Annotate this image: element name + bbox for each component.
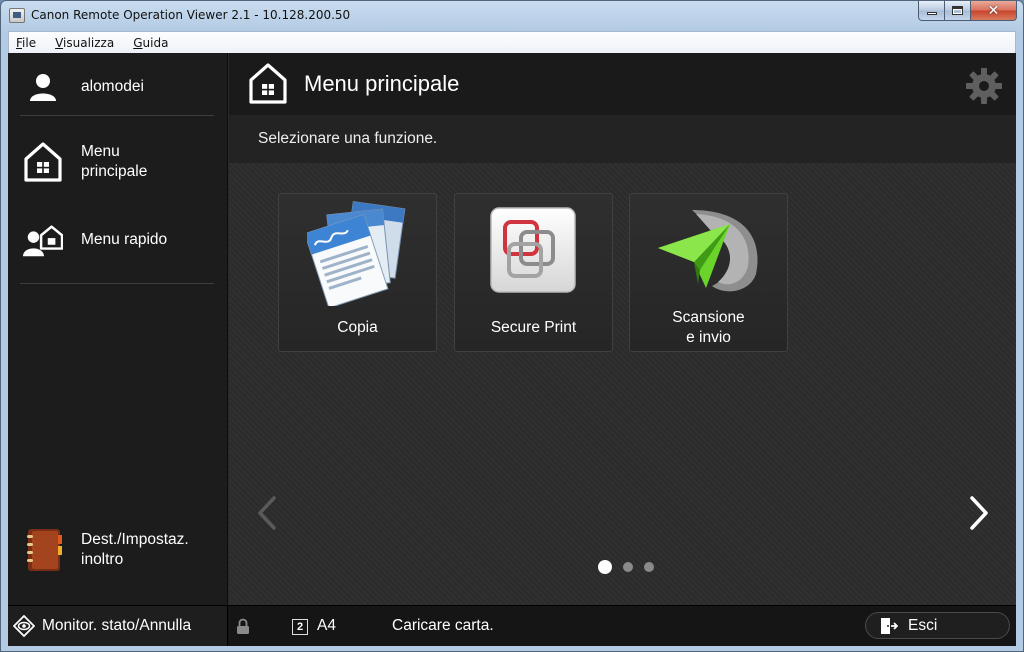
- sidebar-item-main-menu[interactable]: Menu principale: [8, 137, 228, 187]
- status-bar: Monitor. stato/Annulla 2 A4 Caricare car…: [8, 605, 1016, 646]
- menu-bar: File Visualizza Guida: [8, 31, 1016, 53]
- page-dot-1: [598, 560, 612, 574]
- close-icon: ✕: [987, 2, 1000, 19]
- secure-print-icon: [490, 207, 576, 293]
- status-monitor-label: Monitor. stato/Annulla: [42, 617, 192, 634]
- page-title: Menu principale: [304, 71, 460, 96]
- title-bar[interactable]: Canon Remote Operation Viewer 2.1 - 10.1…: [1, 1, 1023, 31]
- chevron-right-icon: [970, 496, 988, 530]
- address-book-icon: [23, 527, 63, 573]
- home-icon: [249, 63, 287, 110]
- app-window: Canon Remote Operation Viewer 2.1 - 10.1…: [0, 0, 1024, 652]
- sidebar-item-label: Menu rapido: [81, 231, 168, 248]
- sidebar-divider: [20, 115, 214, 116]
- remote-ui: alomodei Menu principale Menu rapido Des…: [8, 53, 1016, 646]
- menu-help-accel: G: [133, 35, 143, 50]
- sidebar-item-address-book[interactable]: Dest./Impostaz. inoltro: [8, 525, 228, 575]
- maximize-button[interactable]: [945, 1, 971, 21]
- status-message: Caricare carta.: [392, 617, 494, 634]
- sidebar: alomodei Menu principale Menu rapido Des…: [8, 53, 228, 605]
- lock-icon: [237, 618, 249, 634]
- tile-label: Copia: [337, 319, 378, 336]
- status-info: 2 A4 Caricare carta. Esci: [229, 606, 1016, 646]
- chevron-left-icon: [258, 496, 276, 530]
- menu-view-label: isualizza: [63, 35, 115, 50]
- menu-help-label: uida: [142, 35, 169, 50]
- status-monitor-button[interactable]: Monitor. stato/Annulla: [8, 606, 228, 646]
- menu-view[interactable]: Visualizza: [55, 36, 114, 50]
- tile-label: Secure Print: [490, 319, 577, 336]
- window-controls: ✕: [918, 1, 1017, 21]
- close-button[interactable]: ✕: [971, 1, 1017, 21]
- tile-scan-send[interactable]: Scansione e invio: [629, 193, 788, 352]
- quick-menu-icon: [23, 223, 63, 257]
- exit-button[interactable]: Esci: [865, 612, 1010, 639]
- scan-send-icon: [658, 210, 758, 292]
- monitor-status-icon: [13, 615, 35, 637]
- home-icon: [23, 142, 63, 182]
- minimize-icon: [926, 12, 937, 15]
- sidebar-item-quick-menu[interactable]: Menu rapido: [8, 218, 228, 262]
- menu-view-accel: V: [55, 35, 64, 50]
- paper-size: A4: [317, 617, 336, 634]
- user-name: alomodei: [81, 78, 144, 95]
- menu-file-label: ile: [22, 35, 37, 50]
- prev-page-button[interactable]: [252, 493, 282, 533]
- menu-help[interactable]: Guida: [133, 36, 168, 50]
- settings-button[interactable]: [965, 67, 1003, 110]
- function-grid: Copia Secure Print Scansione e invio: [229, 163, 1016, 605]
- maximize-icon: [952, 6, 963, 15]
- minimize-button[interactable]: [918, 1, 945, 21]
- page-dot-2: [623, 562, 633, 572]
- function-prompt: Selezionare una funzione.: [258, 130, 438, 147]
- sidebar-item-label: Dest./Impostaz. inoltro: [81, 531, 189, 568]
- gear-icon: [966, 68, 1002, 104]
- window-title: Canon Remote Operation Viewer 2.1 - 10.1…: [31, 8, 351, 22]
- page-indicator: [598, 560, 665, 574]
- copy-icon: [307, 201, 406, 306]
- tile-copy[interactable]: Copia: [278, 193, 437, 352]
- next-page-button[interactable]: [964, 493, 994, 533]
- paper-tray-number: 2: [292, 619, 308, 635]
- exit-label: Esci: [908, 616, 938, 634]
- main-panel: Menu principale Selezionare una funzione…: [229, 53, 1016, 605]
- app-icon[interactable]: [9, 8, 25, 23]
- exit-door-icon: [881, 617, 898, 634]
- user-button[interactable]: alomodei: [8, 67, 228, 107]
- sidebar-item-label: Menu principale: [81, 143, 148, 180]
- tile-label: Scansione e invio: [672, 309, 745, 346]
- tile-secure-print[interactable]: Secure Print: [454, 193, 613, 352]
- main-header: Menu principale: [229, 53, 1016, 115]
- prompt-bar: Selezionare una funzione.: [229, 115, 1016, 163]
- menu-file[interactable]: File: [16, 36, 36, 50]
- page-dot-3: [644, 562, 654, 572]
- user-icon: [23, 72, 63, 102]
- sidebar-divider: [20, 283, 214, 284]
